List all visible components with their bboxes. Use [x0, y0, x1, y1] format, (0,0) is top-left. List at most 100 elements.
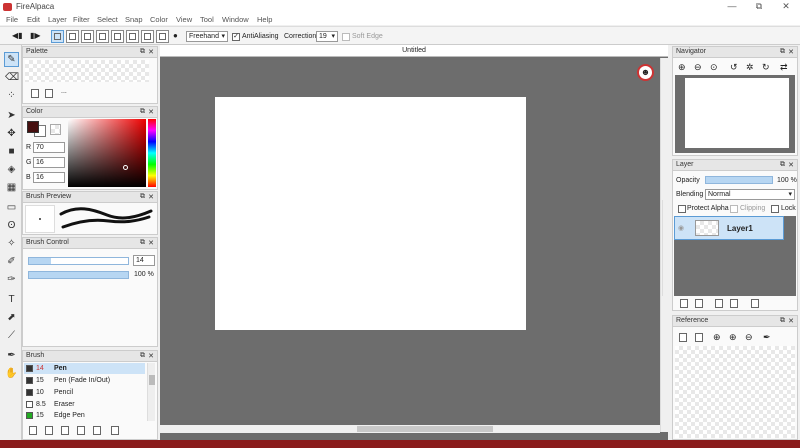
- delete-brush-icon[interactable]: [111, 426, 119, 435]
- brush-folder-icon[interactable]: [77, 426, 85, 435]
- correction-select[interactable]: 19: [316, 31, 338, 42]
- menu-edit[interactable]: Edit: [27, 15, 40, 24]
- primary-color-swatch[interactable]: [27, 121, 39, 133]
- menu-view[interactable]: View: [176, 15, 192, 24]
- text-tool-icon[interactable]: T: [5, 293, 18, 306]
- brush-list-scrollbar[interactable]: [147, 363, 155, 421]
- eyedropper-tool-icon[interactable]: ✒: [5, 349, 18, 362]
- rotate-right-icon[interactable]: ↻: [762, 62, 770, 73]
- panel-float-icon[interactable]: ⧉: [780, 161, 785, 169]
- new-layer-icon[interactable]: [680, 299, 688, 308]
- menu-color[interactable]: Color: [150, 15, 168, 24]
- flip-horizontal-icon[interactable]: ⇄: [780, 62, 788, 73]
- blending-select[interactable]: Normal: [705, 189, 795, 200]
- panel-close-icon[interactable]: ✕: [788, 48, 794, 56]
- snap-parallel-icon[interactable]: [66, 30, 79, 43]
- reference-image-area[interactable]: [675, 346, 795, 438]
- snap-circle-icon[interactable]: [111, 30, 124, 43]
- transform-tool-icon[interactable]: ✥: [5, 127, 18, 140]
- panel-close-icon[interactable]: ✕: [148, 352, 154, 360]
- snap-grid-icon[interactable]: [81, 30, 94, 43]
- new-folder-icon[interactable]: [695, 299, 703, 308]
- select-pen-tool-icon[interactable]: ✐: [5, 255, 18, 268]
- brush-size-slider[interactable]: [28, 257, 129, 265]
- brush-opacity-slider[interactable]: [28, 271, 129, 279]
- menu-tool[interactable]: Tool: [200, 15, 214, 24]
- snap-radial-icon[interactable]: [96, 30, 109, 43]
- new-palette-icon[interactable]: [31, 89, 39, 98]
- panel-float-icon[interactable]: ⧉: [140, 108, 145, 116]
- menu-layer[interactable]: Layer: [48, 15, 67, 24]
- duplicate-layer-icon[interactable]: [715, 299, 723, 308]
- menu-window[interactable]: Window: [222, 15, 249, 24]
- reference-zoom-in-icon[interactable]: ⊕: [713, 332, 721, 343]
- panel-float-icon[interactable]: ⧉: [780, 48, 785, 56]
- color-saturation-picker[interactable]: [68, 119, 146, 187]
- reference-zoom-out-icon[interactable]: ⊕: [729, 332, 737, 343]
- open-reference-icon[interactable]: [679, 333, 687, 342]
- add-brush-icon[interactable]: [29, 426, 37, 435]
- zoom-out-icon[interactable]: ⊖: [694, 62, 702, 73]
- layer-panel-scrollbar[interactable]: [662, 200, 670, 296]
- panel-float-icon[interactable]: ⧉: [780, 317, 785, 325]
- panel-left-icon[interactable]: ◀▮: [12, 31, 23, 40]
- snap-off-icon[interactable]: [51, 30, 64, 43]
- lock-checkbox[interactable]: [771, 205, 779, 213]
- close-reference-icon[interactable]: [695, 333, 703, 342]
- menu-snap[interactable]: Snap: [125, 15, 143, 24]
- panel-close-icon[interactable]: ✕: [148, 193, 154, 201]
- eraser-tool-icon[interactable]: ⌫: [5, 71, 19, 84]
- zoom-in-icon[interactable]: ⊕: [678, 62, 686, 73]
- maximize-button[interactable]: ⧉: [745, 0, 773, 14]
- import-brush-icon[interactable]: [61, 426, 69, 435]
- panel-float-icon[interactable]: ⧉: [140, 352, 145, 360]
- panel-close-icon[interactable]: ✕: [148, 239, 154, 247]
- protect-alpha-checkbox[interactable]: [678, 205, 686, 213]
- stroke-mode-select[interactable]: Freehand: [186, 31, 228, 42]
- merge-layer-icon[interactable]: [730, 299, 738, 308]
- panel-close-icon[interactable]: ✕: [788, 317, 794, 325]
- brush-item-pencil[interactable]: 10 Pencil: [24, 387, 145, 398]
- rotate-left-icon[interactable]: ↺: [730, 62, 738, 73]
- gradient-tool-icon[interactable]: ▦: [5, 181, 18, 194]
- delete-palette-icon[interactable]: [45, 89, 53, 98]
- panel-float-icon[interactable]: ⧉: [140, 48, 145, 56]
- hand-tool-icon[interactable]: ✋: [5, 367, 18, 380]
- layer-visibility-icon[interactable]: ◉: [678, 224, 684, 232]
- snap-settings-icon[interactable]: [156, 30, 169, 43]
- layer-item-layer1[interactable]: ◉ Layer1: [674, 216, 784, 240]
- brush-item-edge-pen[interactable]: 15 Edge Pen: [24, 410, 145, 421]
- menu-file[interactable]: File: [6, 15, 18, 24]
- operation-tool-icon[interactable]: ⬈: [5, 311, 18, 324]
- duplicate-brush-icon[interactable]: [93, 426, 101, 435]
- panel-float-icon[interactable]: ⧉: [140, 239, 145, 247]
- brush-item-eraser[interactable]: 8.5 Eraser: [24, 399, 145, 410]
- snap-3d-icon[interactable]: [141, 30, 154, 43]
- zoom-fit-icon[interactable]: ⊙: [710, 62, 718, 73]
- palette-more-button[interactable]: ...: [61, 88, 67, 95]
- move-tool-icon[interactable]: ➤: [5, 109, 18, 122]
- brush-item-pen[interactable]: 14 Pen: [24, 363, 145, 374]
- divide-tool-icon[interactable]: ⟋: [5, 329, 18, 342]
- layer-opacity-slider[interactable]: [705, 176, 773, 184]
- palette-swatch-area[interactable]: [25, 60, 149, 82]
- lasso-tool-icon[interactable]: ʘ: [5, 219, 18, 232]
- panel-close-icon[interactable]: ✕: [788, 161, 794, 169]
- clipping-checkbox[interactable]: [730, 205, 738, 213]
- b-input[interactable]: 16: [33, 172, 65, 183]
- delete-layer-icon[interactable]: [751, 299, 759, 308]
- panel-float-icon[interactable]: ⧉: [140, 193, 145, 201]
- scrollbar-thumb[interactable]: [149, 375, 155, 385]
- reference-zoom-fit-icon[interactable]: ⊖: [745, 332, 753, 343]
- dot-tool-icon[interactable]: ⁘: [5, 89, 18, 102]
- reference-eyedropper-icon[interactable]: ✒: [763, 332, 771, 343]
- canvas-horizontal-scrollbar[interactable]: [160, 425, 660, 433]
- drawing-canvas[interactable]: [215, 97, 526, 330]
- brush-tool-icon[interactable]: ✎: [4, 52, 19, 67]
- transparent-color-swatch[interactable]: [50, 124, 61, 135]
- panel-right-icon[interactable]: ▮▶: [30, 31, 41, 40]
- menu-filter[interactable]: Filter: [73, 15, 90, 24]
- fill-tool-icon[interactable]: ◈: [5, 163, 18, 176]
- brush-size-input[interactable]: 14: [133, 255, 155, 266]
- panel-close-icon[interactable]: ✕: [148, 108, 154, 116]
